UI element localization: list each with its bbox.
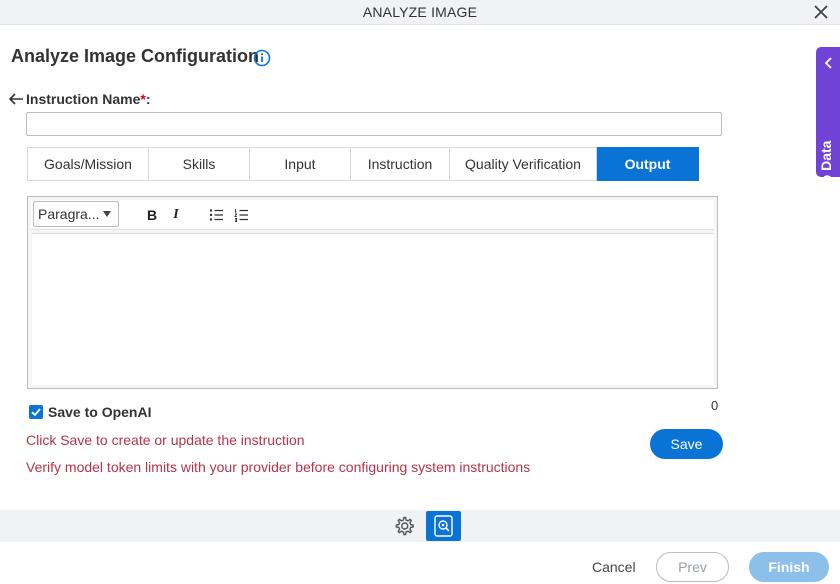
label-colon: : [145,91,151,107]
tab-input[interactable]: Input [250,147,351,181]
chevron-left-icon [824,57,832,69]
italic-button[interactable]: I [167,206,185,224]
instruction-name-label-text: Instruction Name [26,91,141,107]
token-limit-warning: Verify model token limits with your prov… [26,459,531,475]
save-button[interactable]: Save [650,429,723,459]
save-hint-message: Click Save to create or update the instr… [26,432,305,448]
paragraph-format-select[interactable]: Paragra... [33,201,119,227]
app-data-label: App Data [818,140,834,202]
image-search-icon [434,515,453,537]
caret-down-icon [103,211,111,217]
tab-instruction[interactable]: Instruction [351,147,450,181]
tab-bar: Goals/Mission Skills Input Instruction Q… [27,147,699,181]
close-icon[interactable] [812,2,830,22]
save-to-openai-label[interactable]: Save to OpenAI [48,404,151,420]
character-counter: 0 [711,398,719,413]
window-title: ANALYZE IMAGE [362,4,478,20]
footer-toolbar [0,510,840,542]
back-arrow-icon[interactable] [8,92,24,106]
tab-goals-mission[interactable]: Goals/Mission [27,147,149,181]
title-bar: ANALYZE IMAGE [0,0,840,25]
bullet-list-icon[interactable] [208,206,226,224]
editor-toolbar: Paragra... B I [31,200,714,230]
editor-content-area[interactable] [32,233,714,385]
gear-icon[interactable] [393,515,415,537]
save-to-openai-checkbox[interactable] [29,405,43,419]
prev-button[interactable]: Prev [656,552,729,582]
paragraph-format-value: Paragra... [38,206,100,222]
cancel-button[interactable]: Cancel [592,559,636,575]
tab-output[interactable]: Output [597,147,699,181]
finish-button[interactable]: Finish [749,552,829,582]
instruction-name-label: Instruction Name*: [26,91,150,107]
numbered-list-icon[interactable] [233,206,251,224]
tab-skills[interactable]: Skills [149,147,250,181]
app-data-tab[interactable]: App Data [816,47,840,202]
analyze-image-button[interactable] [426,511,461,541]
info-icon[interactable] [253,49,271,67]
rich-text-editor: Paragra... B I [27,196,718,389]
page-title: Analyze Image Configuration [11,46,260,66]
bold-button[interactable]: B [143,206,161,224]
tab-quality-verification[interactable]: Quality Verification [450,147,597,181]
instruction-name-input[interactable] [26,112,722,136]
